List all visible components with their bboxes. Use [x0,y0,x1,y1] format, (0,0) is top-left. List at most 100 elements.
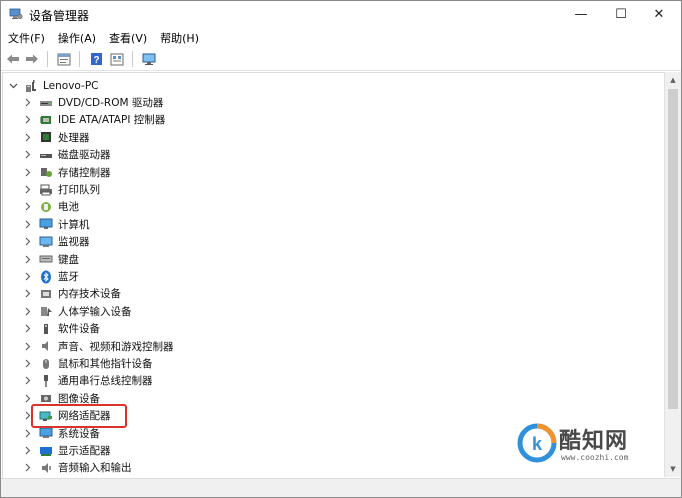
chevron-right-icon [25,464,31,472]
tree-item-label: 内存技术设备 [58,288,121,301]
tree-item[interactable]: 计算机 [23,216,90,233]
close-button[interactable]: ✕ [641,1,677,27]
chevron-right-icon [25,116,31,124]
collapse-chevron[interactable] [8,81,18,91]
expand-chevron[interactable] [23,185,33,195]
expand-chevron[interactable] [23,272,33,282]
tree-item[interactable]: 软件设备 [23,320,100,337]
mouse-icon [39,357,53,371]
chevron-right-icon [25,429,31,437]
tree-item-label: 声音、视频和游戏控制器 [58,340,174,353]
chevron-right-icon [25,359,31,368]
expand-chevron[interactable] [23,393,33,403]
keyboard-icon [39,252,53,266]
expand-chevron[interactable] [23,98,33,108]
audio-io-icon [39,461,53,475]
tree-item[interactable]: 人体学输入设备 [23,303,132,320]
tree-item-label: 键盘 [58,253,79,266]
expand-chevron[interactable] [23,237,33,247]
help-button[interactable]: ? [87,50,105,68]
menu-action[interactable]: 操作(A) [51,30,102,46]
tree-item[interactable]: 存储控制器 [23,164,111,181]
menu-view[interactable]: 查看(V) [102,30,153,46]
maximize-button[interactable]: ☐ [603,1,639,27]
toolbar-separator [79,51,80,67]
chevron-right-icon [25,168,31,176]
expand-chevron[interactable] [23,376,33,386]
expand-chevron[interactable] [23,359,33,369]
tree-item-label: 通用串行总线控制器 [58,375,153,388]
properties-icon [57,53,71,65]
tree-root-row[interactable]: Lenovo-PC [8,77,99,94]
chevron-right-icon [25,272,31,281]
tree-item-label: 显示适配器 [58,445,111,457]
tree-item[interactable]: 监视器 [23,233,90,250]
tree-item[interactable]: 通用串行总线控制器 [23,372,153,389]
chevron-right-icon [25,237,31,246]
view-button[interactable] [108,50,126,68]
chevron-right-icon [25,255,31,263]
watermark-title: 酷知网 [559,429,629,454]
scroll-down-button[interactable]: ▼ [665,461,681,477]
tree-item[interactable]: 显示适配器 [23,442,111,459]
tree-item-label: 音频输入和输出 [58,462,132,475]
tree-item-label: 计算机 [58,218,90,231]
expand-chevron[interactable] [23,219,33,229]
tree-item[interactable]: 磁盘驱动器 [23,146,111,163]
menu-help[interactable]: 帮助(H) [153,30,205,46]
tree-item[interactable]: 处理器 [23,129,90,146]
expand-chevron[interactable] [23,132,33,142]
title-bar[interactable]: 设备管理器 — ☐ ✕ [1,1,681,27]
expand-chevron[interactable] [23,446,33,456]
tree-item[interactable]: 蓝牙 [23,268,79,285]
expand-chevron[interactable] [23,167,33,177]
forward-button[interactable] [23,50,41,68]
expand-chevron[interactable] [23,428,33,438]
tree-item[interactable]: 音频输入和输出 [23,459,132,476]
chevron-right-icon [25,220,31,229]
processor-icon [39,130,53,144]
scroll-up-button[interactable]: ▲ [665,72,681,88]
toolbar-separator [132,51,133,67]
tree-item[interactable]: 打印队列 [23,181,100,198]
properties-button[interactable] [55,50,73,68]
bluetooth-icon [39,270,53,284]
tree-item-label: 人体学输入设备 [58,305,132,318]
expand-chevron[interactable] [23,150,33,160]
svg-text:?: ? [93,55,99,66]
scroll-down-arrow-icon: ▼ [670,465,676,473]
expand-chevron[interactable] [23,115,33,125]
tree-root-label: Lenovo-PC [43,79,99,92]
tree-item[interactable]: IDE ATA/ATAPI 控制器 [23,111,165,128]
tree-item-label: 磁盘驱动器 [58,149,111,162]
display-adapter-icon [39,444,53,458]
tree-item[interactable]: 键盘 [23,251,79,268]
vertical-scrollbar[interactable]: ▲ ▼ [664,72,681,477]
tree-item[interactable]: 内存技术设备 [23,285,121,302]
expand-chevron[interactable] [23,289,33,299]
expand-chevron[interactable] [23,306,33,316]
expand-chevron[interactable] [23,324,33,334]
toolbar-separator [47,51,48,67]
back-icon [7,54,19,64]
minimize-button[interactable]: — [563,1,599,27]
tree-item[interactable]: 电池 [23,198,79,215]
disk-drive-icon [39,148,53,162]
scan-hardware-button[interactable] [140,50,158,68]
expand-chevron[interactable] [23,463,33,473]
back-button[interactable] [4,50,22,68]
scrollbar-thumb[interactable] [668,89,678,409]
status-bar [1,478,681,497]
tree-item[interactable]: DVD/CD-ROM 驱动器 [23,94,163,111]
coozhi-logo-icon: k [517,423,557,463]
chevron-right-icon [25,377,31,385]
chevron-right-icon [25,446,31,455]
device-tree[interactable]: Lenovo-PC DVD/CD-ROM 驱动器 IDE ATA/ATAPI 控制… [2,72,665,479]
chevron-right-icon [25,307,31,316]
expand-chevron[interactable] [23,202,33,212]
expand-chevron[interactable] [23,254,33,264]
menu-file[interactable]: 文件(F) [1,30,51,46]
tree-item[interactable]: 声音、视频和游戏控制器 [23,338,174,355]
tree-item[interactable]: 鼠标和其他指针设备 [23,355,153,372]
expand-chevron[interactable] [23,341,33,351]
